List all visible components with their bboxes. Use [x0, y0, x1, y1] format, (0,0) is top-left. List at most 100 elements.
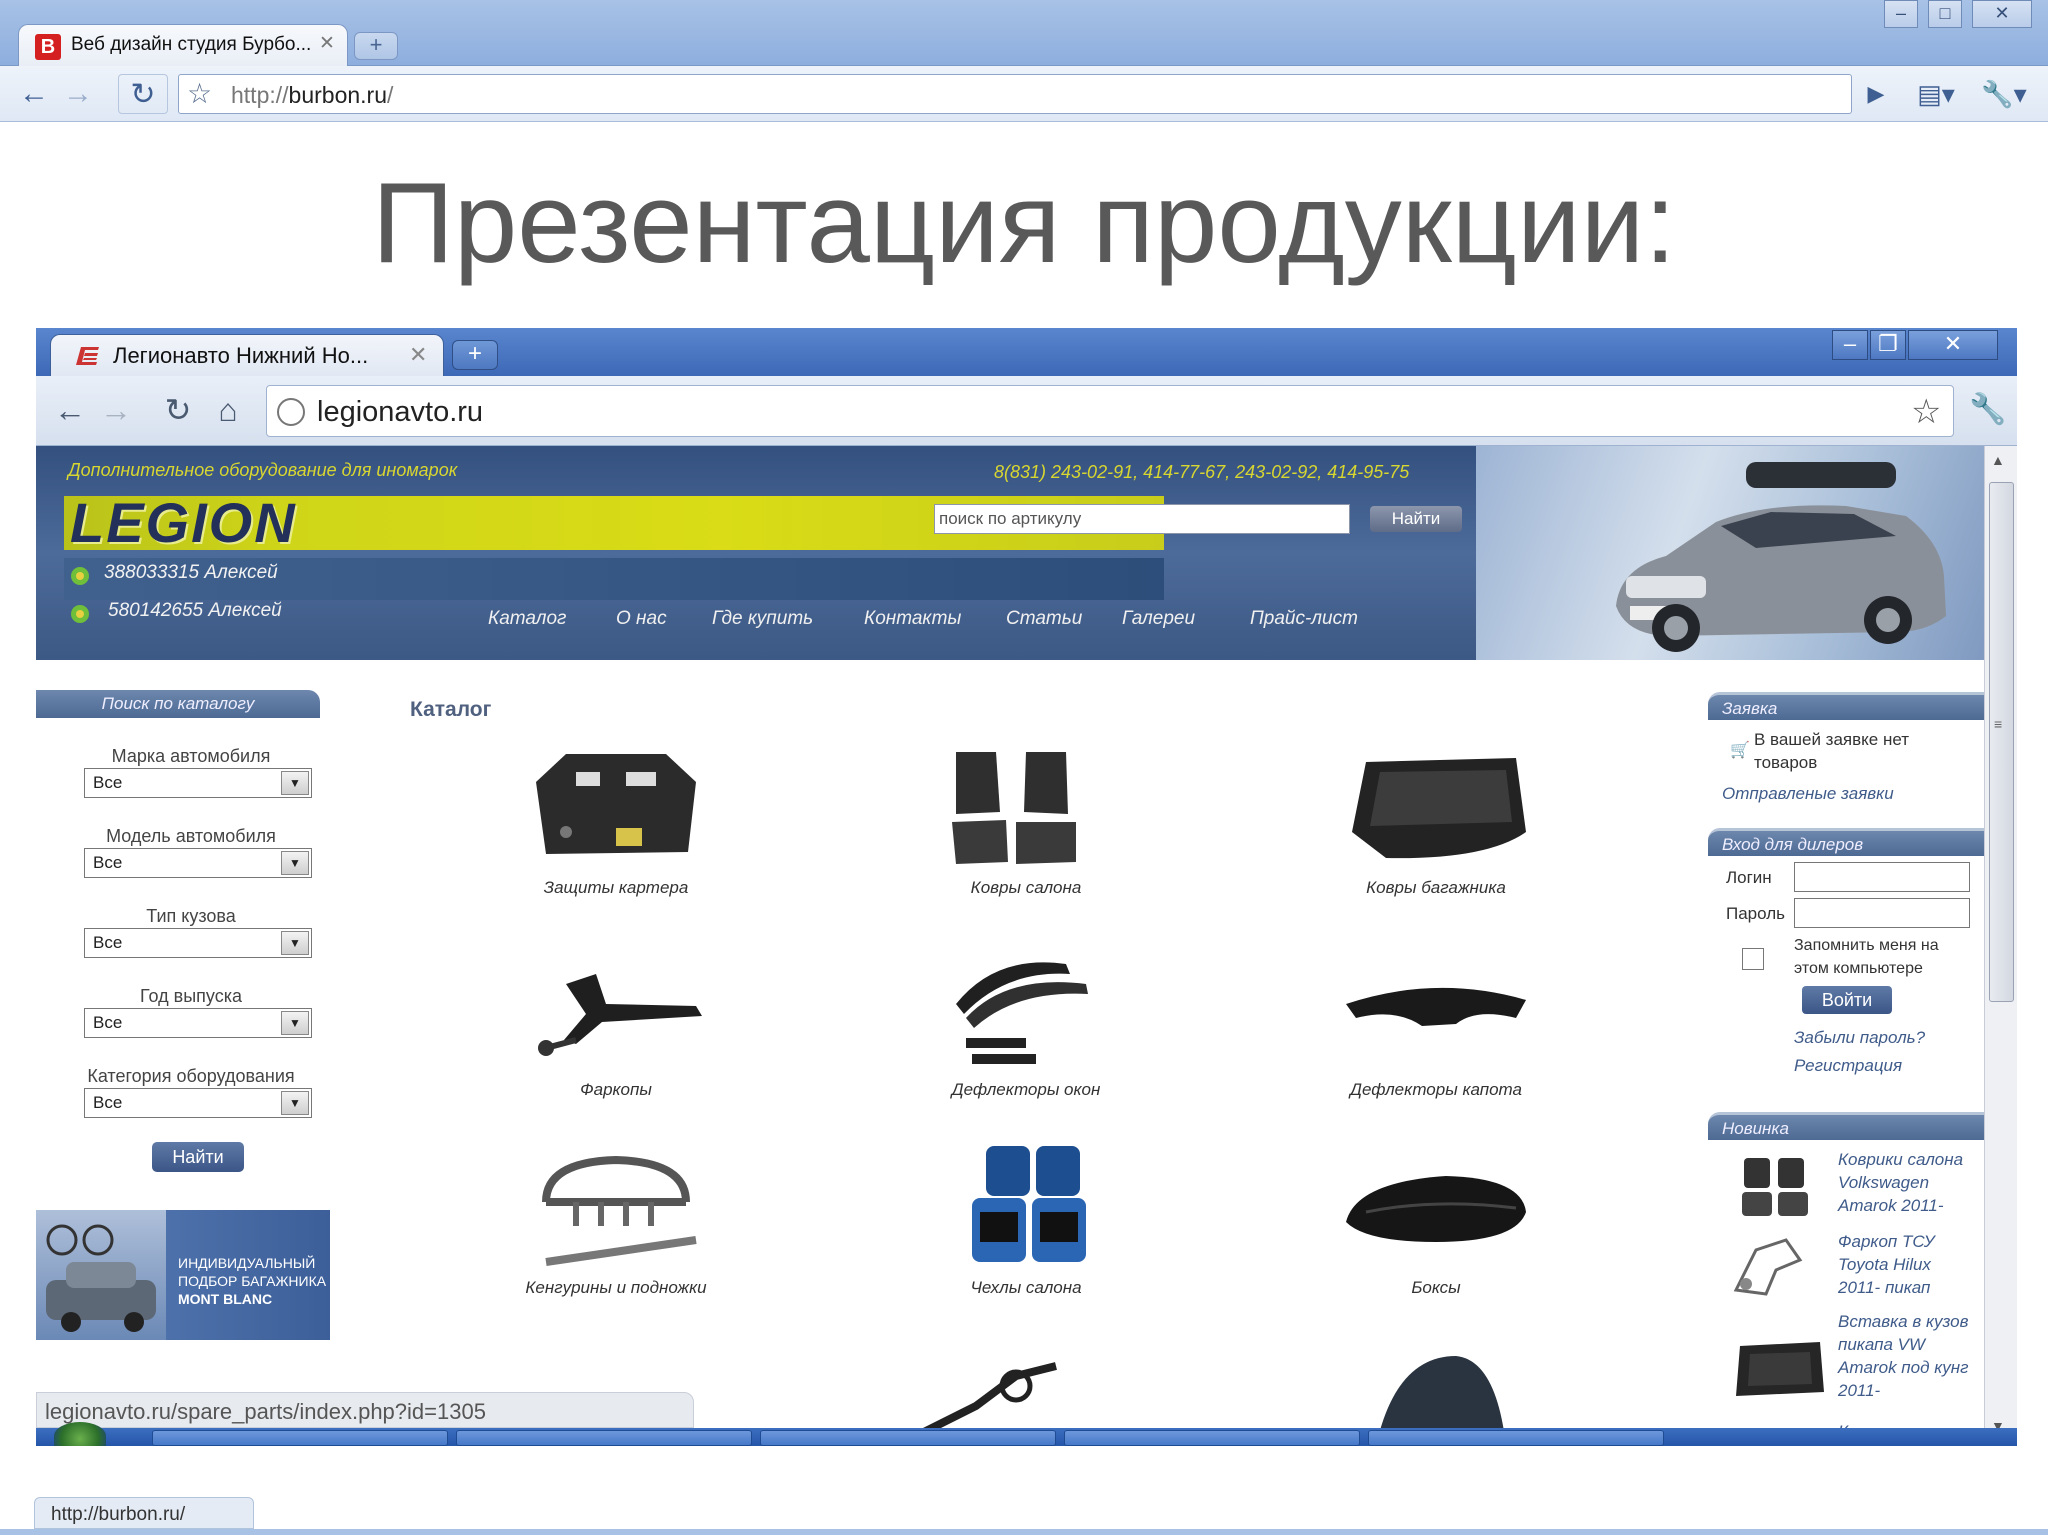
bookmark-star-icon[interactable]: ☆ [1911, 392, 1941, 432]
product-label: Фаркопы [580, 1080, 652, 1099]
maximize-icon[interactable]: □ [1928, 0, 1962, 28]
taskbar-button[interactable] [456, 1430, 752, 1446]
filter-select-category[interactable]: Все ▼ [84, 1088, 312, 1118]
outer-tab-title: Веб дизайн студия Бурбо... [71, 34, 312, 55]
register-link[interactable]: Регистрация [1794, 1056, 1902, 1076]
taskbar-button[interactable] [760, 1430, 1056, 1446]
reload-icon[interactable]: ↻ [118, 74, 168, 114]
new-item-1[interactable]: Коврики салона Volkswagen Amarok 2011- [1838, 1148, 1963, 1217]
catalog-item-seat-covers[interactable]: Чехлы салона [896, 1142, 1156, 1298]
roof-box-image [1346, 1176, 1526, 1242]
address-bar[interactable]: ☆ http://burbon.ru/ [178, 74, 1852, 114]
crankcase-guard-image [536, 754, 696, 854]
hood-deflector-image [1346, 987, 1526, 1026]
article-search-input[interactable]: поиск по артикулу [934, 504, 1350, 534]
catalog-item-floor-mats[interactable]: Ковры салона [896, 742, 1156, 898]
taskbar-button[interactable] [152, 1430, 448, 1446]
nav-where-to-buy[interactable]: Где купить [712, 608, 813, 630]
home-icon[interactable]: ⌂ [206, 388, 250, 432]
outer-favicon: B [35, 34, 61, 60]
filter-select-year[interactable]: Все ▼ [84, 1008, 312, 1038]
password-label: Пароль [1726, 904, 1785, 923]
product-label: Боксы [1411, 1278, 1461, 1297]
new-tab-button[interactable]: + [452, 340, 498, 370]
wrench-icon[interactable]: 🔧▾ [1976, 74, 2032, 114]
new-item-3[interactable]: Вставка в кузов пикапа VW Amarok под кунг 2… [1838, 1310, 1969, 1402]
catalog-item-boxes[interactable]: Боксы [1306, 1142, 1566, 1298]
header-search-button[interactable]: Найти [1370, 506, 1462, 532]
catalog-item-towbars[interactable]: Фаркопы [486, 944, 746, 1100]
header-tagline: Дополнительное оборудование для иномарок [68, 460, 458, 480]
globe-icon [277, 398, 305, 426]
order-heading: Заявка [1708, 692, 1984, 720]
password-input[interactable] [1794, 898, 1970, 928]
filter-select-model[interactable]: Все ▼ [84, 848, 312, 878]
catalog-item-hood-deflectors[interactable]: Дефлекторы капота [1306, 944, 1566, 1100]
trunk-mat-image [1352, 758, 1526, 859]
scrollbar-thumb[interactable] [1989, 482, 2014, 1002]
close-window-icon[interactable]: ✕ [1972, 0, 2032, 28]
nav-galleries[interactable]: Галереи [1122, 608, 1195, 630]
forward-icon[interactable]: → [94, 388, 138, 432]
login-button[interactable]: Войти [1802, 986, 1892, 1014]
close-window-icon[interactable]: ✕ [1908, 330, 1998, 360]
inner-tab[interactable]: Легионавто Нижний Но... ✕ [50, 334, 444, 376]
taskbar-button[interactable] [1064, 1430, 1360, 1446]
nav-catalog[interactable]: Каталог [488, 608, 566, 630]
new-tab-button[interactable]: + [354, 32, 398, 60]
minimize-icon[interactable]: – [1832, 330, 1868, 360]
scrollbar-grip-icon: ≡ [1994, 716, 2003, 732]
site-header: Дополнительное оборудование для иномарок… [36, 446, 1984, 660]
nav-about[interactable]: О нас [616, 608, 667, 630]
nav-articles[interactable]: Статьи [1006, 608, 1082, 630]
outer-tab[interactable]: B Веб дизайн студия Бурбо... ✕ [18, 24, 348, 66]
filter-label-model: Модель автомобиля [106, 826, 276, 846]
forward-icon[interactable]: → [58, 74, 98, 114]
start-button-icon[interactable] [54, 1422, 106, 1446]
legion-favicon-icon [76, 347, 99, 365]
filter-search-button[interactable]: Найти [152, 1142, 244, 1172]
catalog-item-window-deflectors[interactable]: Дефлекторы окон [896, 944, 1156, 1100]
wrench-icon[interactable]: 🔧 [1968, 388, 2008, 432]
chevron-down-icon: ▼ [281, 1091, 309, 1115]
back-icon[interactable]: ← [48, 388, 92, 432]
page-menu-icon[interactable]: ▤▾ [1912, 74, 1960, 114]
mont-blanc-banner[interactable]: ИНДИВИДУАЛЬНЫЙ ПОДБОР БАГАЖНИКА MONT BLA… [36, 1210, 330, 1340]
new-item-towbar-image [1733, 1238, 1803, 1296]
close-icon[interactable]: ✕ [319, 32, 335, 55]
nav-contacts[interactable]: Контакты [864, 608, 961, 630]
chevron-down-icon: ▼ [281, 931, 309, 955]
forgot-password-link[interactable]: Забыли пароль? [1794, 1028, 1925, 1048]
new-item-2[interactable]: Фаркоп ТСУ Toyota Hilux 2011- пикап [1838, 1230, 1935, 1299]
restore-icon[interactable]: ❐ [1870, 330, 1906, 360]
star-icon[interactable]: ☆ [187, 77, 212, 110]
back-icon[interactable]: ← [14, 74, 54, 114]
minimize-icon[interactable]: – [1884, 0, 1918, 28]
legion-logo[interactable]: LEGION [70, 490, 297, 555]
product-label: Защиты картера [543, 878, 689, 897]
sent-orders-link[interactable]: Отправленые заявки [1722, 784, 1894, 804]
cart-icon: 🛒 [1730, 742, 1750, 759]
product-label: Чехлы салона [970, 1278, 1082, 1297]
nav-price-list[interactable]: Прайс-лист [1250, 608, 1358, 630]
filter-select-make[interactable]: Все ▼ [84, 768, 312, 798]
page-scrollbar[interactable]: ▲ ≡ ▼ [1984, 446, 2017, 1446]
login-label: Логин [1726, 868, 1772, 887]
catalog-item-bull-bars[interactable]: Кенгурины и подножки [486, 1142, 746, 1298]
window-deflectors-image [956, 962, 1088, 1064]
filter-label-year: Год выпуска [140, 986, 242, 1006]
remember-checkbox[interactable] [1742, 948, 1764, 970]
catalog-item-trunk-mats[interactable]: Ковры багажника [1306, 742, 1566, 898]
address-text: http://burbon.ru/ [231, 82, 394, 108]
login-input[interactable] [1794, 862, 1970, 892]
seat-covers-image [972, 1146, 1086, 1262]
address-bar[interactable]: legionavto.ru ☆ [266, 385, 1954, 437]
catalog-item-crankcase[interactable]: Защиты картера [486, 742, 746, 898]
scroll-up-icon[interactable]: ▲ [1991, 452, 2005, 468]
car-photo [1616, 462, 1946, 652]
taskbar-button[interactable] [1368, 1430, 1664, 1446]
reload-icon[interactable]: ↻ [156, 388, 200, 432]
close-icon[interactable]: ✕ [409, 342, 427, 368]
filter-select-body[interactable]: Все ▼ [84, 928, 312, 958]
go-icon[interactable]: ▶ [1858, 74, 1894, 114]
